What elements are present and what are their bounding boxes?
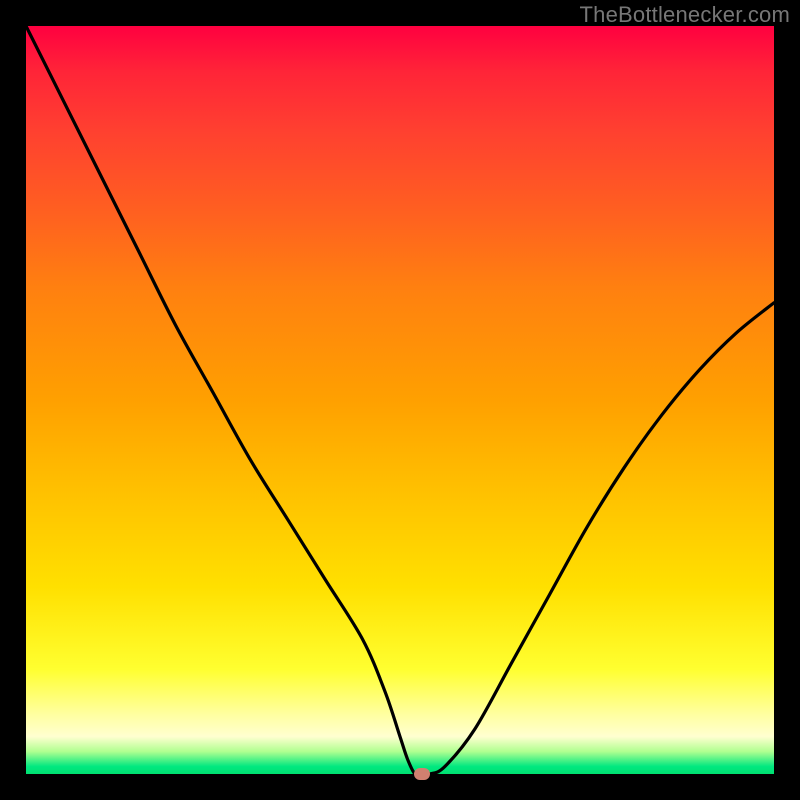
- watermark-label: TheBottlenecker.com: [580, 2, 790, 28]
- bottleneck-curve: [26, 26, 774, 774]
- chart-frame: TheBottlenecker.com: [0, 0, 800, 800]
- optimal-point-marker: [414, 768, 430, 780]
- plot-area: [26, 26, 774, 774]
